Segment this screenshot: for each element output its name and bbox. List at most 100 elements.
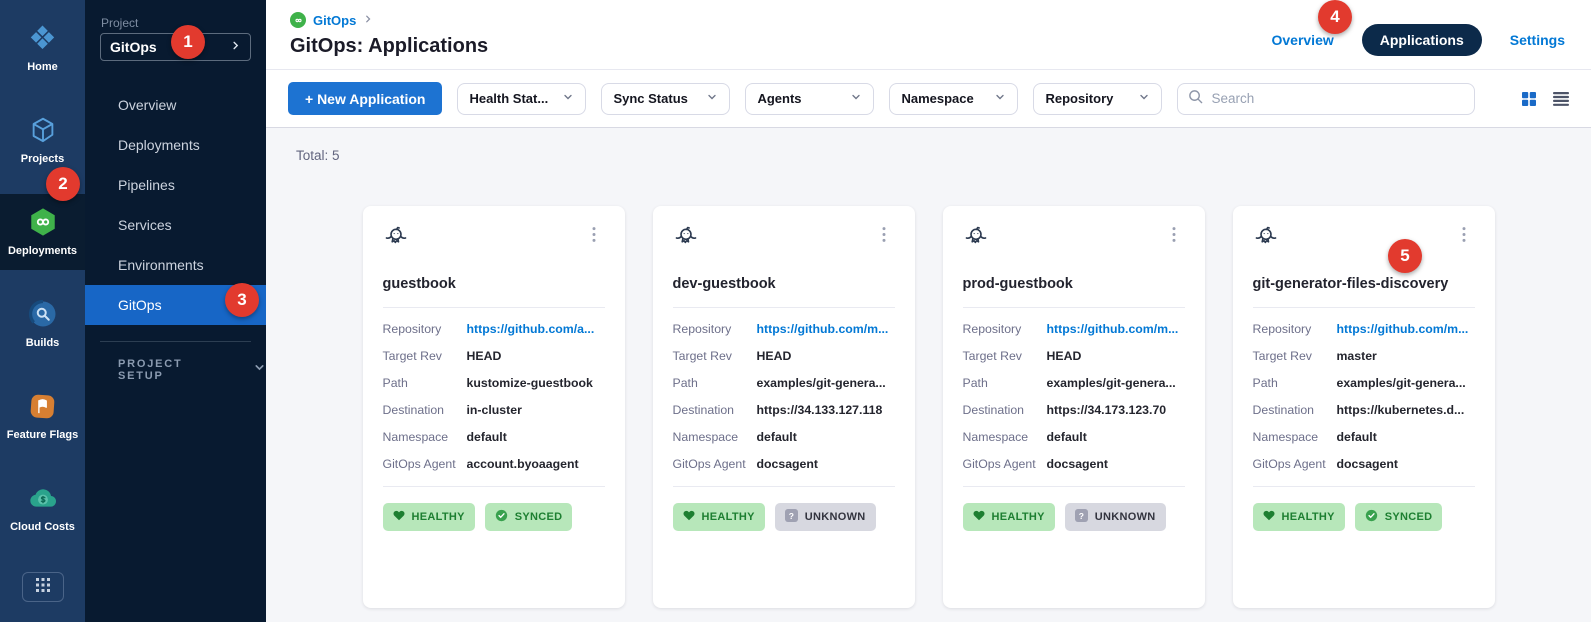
field-row-gitops-agent: GitOps Agentaccount.byoaagent xyxy=(383,457,605,471)
rail-item-feature-flags[interactable]: Feature Flags xyxy=(0,378,85,454)
project-section-label: Project xyxy=(85,12,266,28)
annotation-badge-4: 4 xyxy=(1318,0,1352,34)
field-value: default xyxy=(1047,430,1185,444)
check-circle-icon xyxy=(1365,509,1378,525)
field-value-link[interactable]: https://github.com/a... xyxy=(467,322,605,336)
field-value: docsagent xyxy=(757,457,895,471)
status-badge-label: HEALTHY xyxy=(992,511,1045,523)
new-application-button[interactable]: + New Application xyxy=(288,82,442,115)
tab-settings[interactable]: Settings xyxy=(1510,32,1565,48)
annotation-badge-5: 5 xyxy=(1388,239,1422,273)
heart-icon xyxy=(1263,510,1275,524)
application-name: guestbook xyxy=(383,276,605,292)
field-row-gitops-agent: GitOps Agentdocsagent xyxy=(1253,457,1475,471)
field-label: Namespace xyxy=(673,430,757,444)
field-label: Path xyxy=(1253,376,1337,390)
search-input[interactable] xyxy=(1211,91,1464,106)
field-label: GitOps Agent xyxy=(1253,457,1337,471)
chevron-down-icon xyxy=(1138,90,1150,108)
grid-view-button[interactable] xyxy=(1521,91,1537,107)
filter-agents[interactable]: Agents xyxy=(745,83,874,115)
field-value: master xyxy=(1337,349,1475,363)
chevron-right-icon xyxy=(230,38,241,56)
search-box xyxy=(1177,83,1475,115)
sidebar-item-environments[interactable]: Environments xyxy=(85,245,266,285)
field-label: Namespace xyxy=(963,430,1047,444)
chevron-down-icon xyxy=(706,90,718,108)
field-value: https://34.173.123.70 xyxy=(1047,403,1185,417)
field-value: HEAD xyxy=(467,349,605,363)
tab-overview[interactable]: Overview xyxy=(1271,32,1333,48)
field-value: default xyxy=(1337,430,1475,444)
kebab-menu-button[interactable] xyxy=(1163,224,1185,250)
card-divider xyxy=(963,486,1185,487)
application-card-git-generator-files-discovery[interactable]: git-generator-files-discoveryRepositoryh… xyxy=(1233,206,1495,608)
chevron-down-icon xyxy=(850,90,862,108)
heart-icon xyxy=(683,510,695,524)
field-value-link[interactable]: https://github.com/m... xyxy=(1047,322,1185,336)
cloud-costs-icon xyxy=(27,482,59,514)
status-badges: HEALTHY?UNKNOWN xyxy=(963,503,1185,531)
deployments-icon xyxy=(27,206,59,238)
field-label: Target Rev xyxy=(963,349,1047,363)
status-badge-label: SYNCED xyxy=(515,511,563,523)
rail-item-deployments[interactable]: Deployments xyxy=(0,194,85,270)
breadcrumb-gitops-link[interactable]: GitOps xyxy=(313,13,356,28)
sidebar-item-deployments[interactable]: Deployments xyxy=(85,125,266,165)
rail-item-projects[interactable]: Projects xyxy=(0,102,85,178)
sidebar-item-services[interactable]: Services xyxy=(85,205,266,245)
heart-icon xyxy=(393,510,405,524)
project-setup-toggle[interactable]: PROJECT SETUP xyxy=(85,358,266,382)
field-value: default xyxy=(757,430,895,444)
status-badges: HEALTHY?UNKNOWN xyxy=(673,503,895,531)
field-value-link[interactable]: https://github.com/m... xyxy=(1337,322,1475,336)
status-badge-synced: SYNCED xyxy=(1355,503,1443,531)
kebab-menu-button[interactable] xyxy=(583,224,605,250)
status-badge-label: SYNCED xyxy=(1385,511,1433,523)
filter-health-stat[interactable]: Health Stat... xyxy=(457,83,586,115)
sidebar-item-pipelines[interactable]: Pipelines xyxy=(85,165,266,205)
module-rail: ❖Home Projects Deployments Builds Feature Fl… xyxy=(0,0,85,622)
field-row-target-rev: Target Revmaster xyxy=(1253,349,1475,363)
application-card-dev-guestbook[interactable]: dev-guestbookRepositoryhttps://github.co… xyxy=(653,206,915,608)
filter-label: Agents xyxy=(757,91,801,106)
status-badge-unknown: ?UNKNOWN xyxy=(775,503,876,531)
tab-applications[interactable]: Applications xyxy=(1362,24,1482,56)
sidebar-item-overview[interactable]: Overview xyxy=(85,85,266,125)
card-divider xyxy=(1253,486,1475,487)
field-label: Repository xyxy=(1253,322,1337,336)
field-row-path: Pathkustomize-guestbook xyxy=(383,376,605,390)
field-label: Repository xyxy=(963,322,1047,336)
rail-item-cloud-costs[interactable]: Cloud Costs xyxy=(0,470,85,546)
field-label: Destination xyxy=(1253,403,1337,417)
app-window: ❖HomeProjectsDeploymentsBuildsFeature Fl… xyxy=(0,0,1591,622)
list-view-button[interactable] xyxy=(1553,92,1569,106)
field-label: Path xyxy=(383,376,467,390)
svg-text:?: ? xyxy=(1079,511,1084,521)
rail-item-home[interactable]: ❖Home xyxy=(0,10,85,86)
field-value-link[interactable]: https://github.com/m... xyxy=(757,322,895,336)
application-card-guestbook[interactable]: guestbookRepositoryhttps://github.com/a.… xyxy=(363,206,625,608)
filter-sync-status[interactable]: Sync Status xyxy=(601,83,730,115)
card-divider xyxy=(673,486,895,487)
field-label: Target Rev xyxy=(1253,349,1337,363)
filter-repository[interactable]: Repository xyxy=(1033,83,1162,115)
field-row-gitops-agent: GitOps Agentdocsagent xyxy=(673,457,895,471)
field-row-target-rev: Target RevHEAD xyxy=(383,349,605,363)
module-grid-button[interactable] xyxy=(22,572,64,602)
annotation-badge-3: 3 xyxy=(225,283,259,317)
argocd-icon xyxy=(383,224,409,255)
field-value: docsagent xyxy=(1337,457,1475,471)
kebab-menu-button[interactable] xyxy=(873,224,895,250)
annotation-badge-1: 1 xyxy=(171,25,205,59)
total-count: Total: 5 xyxy=(266,146,1591,166)
field-row-repository: Repositoryhttps://github.com/m... xyxy=(963,322,1185,336)
field-label: Repository xyxy=(673,322,757,336)
kebab-menu-button[interactable] xyxy=(1453,224,1475,250)
main-area: GitOps GitOps: Applications OverviewAppl… xyxy=(266,0,1591,622)
project-setup-label: PROJECT SETUP xyxy=(118,358,227,382)
rail-item-builds[interactable]: Builds xyxy=(0,286,85,362)
field-value: in-cluster xyxy=(467,403,605,417)
filter-namespace[interactable]: Namespace xyxy=(889,83,1018,115)
application-card-prod-guestbook[interactable]: prod-guestbookRepositoryhttps://github.c… xyxy=(943,206,1205,608)
